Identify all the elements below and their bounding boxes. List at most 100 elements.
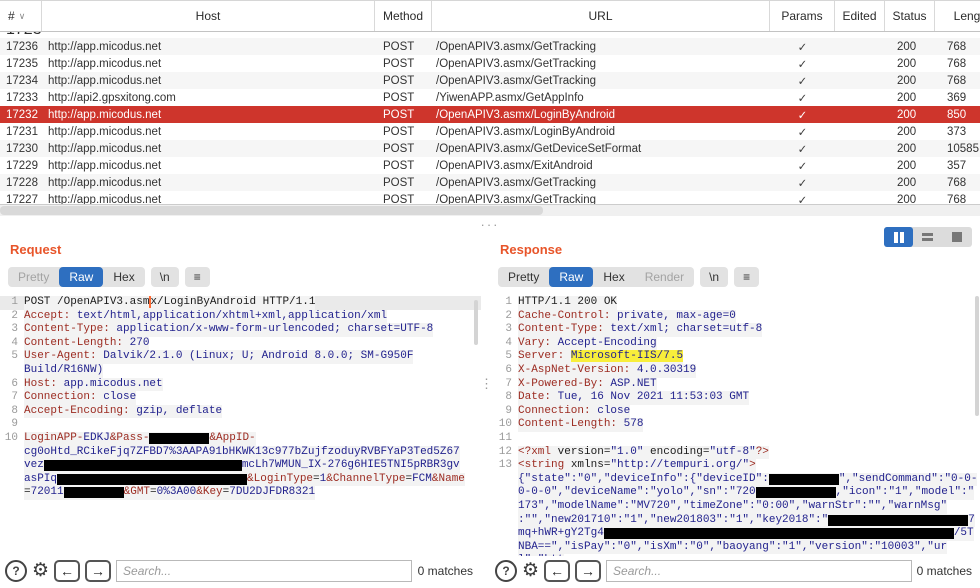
line-number: 1	[0, 296, 24, 310]
cell-url: /OpenAPIV3.asmx/GetTracking	[432, 75, 770, 87]
cell-length: 768	[935, 41, 980, 53]
code-line: 9Connection: close	[490, 405, 980, 419]
response-panel-title: Response	[500, 242, 562, 257]
tab-pretty[interactable]: Pretty	[8, 267, 59, 287]
column-header-params[interactable]: Params	[770, 1, 835, 31]
cell-url: /OpenAPIV3.asmx/LoginByAndroid	[432, 126, 770, 138]
code-line: 5User-Agent: Dalvik/2.1.0 (Linux; U; And…	[0, 350, 481, 364]
partial-scrolled-row: 17237http://app.micodus.netPOST/OpenAPIV…	[0, 32, 980, 38]
cell-length: 10585	[935, 143, 980, 155]
table-row[interactable]: 17236http://app.micodus.netPOST/OpenAPIV…	[0, 38, 980, 55]
request-panel-title: Request	[10, 242, 61, 257]
cell-host: http://api2.gpsxitong.com	[42, 92, 375, 104]
columns-layout-button[interactable]	[884, 227, 913, 247]
column-header-url[interactable]: URL	[432, 1, 770, 31]
column-header-method[interactable]: Method	[375, 1, 432, 31]
cell-status: 200	[885, 160, 935, 172]
line-number: 5	[490, 350, 518, 364]
cell-host: http://app.micodus.net	[42, 109, 375, 121]
next-match-button[interactable]: →	[85, 560, 111, 582]
code-line: 8Date: Tue, 16 Nov 2021 11:53:03 GMT	[490, 391, 980, 405]
code-line: 0-0-0","deviceName":"yolo","sn":"720,"ic…	[490, 486, 980, 500]
column-header-status[interactable]: Status	[885, 1, 935, 31]
column-header-id[interactable]: # ∨	[0, 1, 42, 31]
tab-raw[interactable]: Raw	[59, 267, 103, 287]
line-number: 13	[490, 459, 518, 473]
response-editor[interactable]: 1HTTP/1.1 200 OK2Cache-Control: private,…	[490, 296, 980, 558]
line-number: 8	[0, 405, 24, 419]
response-match-count: 0 matches	[917, 564, 980, 578]
next-match-button[interactable]: →	[575, 560, 601, 582]
cell-method: POST	[375, 75, 432, 87]
rows-layout-button[interactable]	[913, 227, 942, 247]
newline-toggle-button[interactable]: \n	[151, 267, 179, 287]
code-line: 1POST /OpenAPIV3.asmx/LoginByAndroid HTT…	[0, 296, 481, 310]
cell-params: ✓	[770, 142, 835, 156]
code-line: 2Accept: text/html,application/xhtml+xml…	[0, 310, 481, 324]
table-row[interactable]: 17235http://app.micodus.netPOST/OpenAPIV…	[0, 55, 980, 72]
cell-url: /OpenAPIV3.asmx/GetTracking	[432, 58, 770, 70]
redaction-box	[756, 487, 836, 498]
tab-pretty[interactable]: Pretty	[498, 267, 549, 287]
prev-match-button[interactable]: ←	[544, 560, 570, 582]
splitter-handle-icon[interactable]: ···	[481, 217, 500, 232]
table-row[interactable]: 17229http://app.micodus.netPOST/OpenAPIV…	[0, 157, 980, 174]
line-number	[490, 500, 518, 514]
gear-icon[interactable]: ⚙	[32, 561, 49, 581]
line-number	[490, 527, 518, 541]
single-layout-button[interactable]	[943, 227, 972, 247]
table-row[interactable]: 17232http://app.micodus.netPOST/OpenAPIV…	[0, 106, 980, 123]
tab-raw[interactable]: Raw	[549, 267, 593, 287]
table-row[interactable]: 17228http://app.micodus.netPOST/OpenAPIV…	[0, 174, 980, 191]
help-icon[interactable]: ?	[5, 560, 27, 582]
prev-match-button[interactable]: ←	[54, 560, 80, 582]
response-search-bar: ? ⚙ ← → 0 matches	[490, 556, 980, 586]
request-editor[interactable]: 1POST /OpenAPIV3.asmx/LoginByAndroid HTT…	[0, 296, 481, 556]
cell-url: /OpenAPIV3.asmx/LoginByAndroid	[432, 109, 770, 121]
cell-params: ✓	[770, 40, 835, 54]
tab-hex[interactable]: Hex	[593, 267, 634, 287]
code-line: 10Content-Length: 578	[490, 418, 980, 432]
line-number: 8	[490, 391, 518, 405]
newline-toggle-button[interactable]: \n	[700, 267, 728, 287]
code-line: 4Content-Length: 270	[0, 337, 481, 351]
cell-id: 17232	[0, 109, 42, 121]
redaction-box	[769, 474, 839, 485]
menu-button[interactable]: ≡	[734, 267, 759, 287]
response-search-input[interactable]	[606, 560, 912, 582]
table-row[interactable]: 17237http://app.micodus.netPOST/OpenAPIV…	[0, 32, 980, 38]
request-match-count: 0 matches	[418, 564, 481, 578]
line-number: 10	[490, 418, 518, 432]
response-vertical-scrollbar[interactable]	[975, 296, 979, 416]
line-number: 5	[0, 350, 24, 364]
cell-method: POST	[375, 109, 432, 121]
column-header-edited[interactable]: Edited	[835, 1, 885, 31]
tab-render[interactable]: Render	[635, 267, 694, 287]
request-search-bar: ? ⚙ ← → 0 matches	[0, 556, 481, 586]
help-icon[interactable]: ?	[495, 560, 517, 582]
code-line: 7Connection: close	[0, 391, 481, 405]
cell-method: POST	[375, 143, 432, 155]
request-search-input[interactable]	[116, 560, 412, 582]
code-line: {"state":"0","deviceInfo":{"deviceID":",…	[490, 473, 980, 487]
cell-status: 200	[885, 58, 935, 70]
menu-button[interactable]: ≡	[185, 267, 210, 287]
table-row[interactable]: 17234http://app.micodus.netPOST/OpenAPIV…	[0, 72, 980, 89]
cell-host: http://app.micodus.net	[42, 177, 375, 189]
sort-indicator-icon: ∨	[19, 11, 26, 22]
gear-icon[interactable]: ⚙	[522, 561, 539, 581]
table-row[interactable]: 17233http://api2.gpsxitong.comPOST/Yiwen…	[0, 89, 980, 106]
columns-layout-icon	[900, 232, 904, 243]
cell-length: 850	[935, 109, 980, 121]
request-vertical-scrollbar[interactable]	[474, 300, 478, 345]
table-row[interactable]: 17231http://app.micodus.netPOST/OpenAPIV…	[0, 123, 980, 140]
column-header-host[interactable]: Host	[42, 1, 375, 31]
column-header-length[interactable]: Length	[935, 1, 980, 31]
cell-method: POST	[375, 58, 432, 70]
horizontal-splitter[interactable]: ···	[0, 216, 980, 226]
tab-hex[interactable]: Hex	[103, 267, 144, 287]
table-row[interactable]: 17230http://app.micodus.netPOST/OpenAPIV…	[0, 140, 980, 157]
line-number: 10	[0, 432, 24, 446]
scrollbar-thumb[interactable]	[0, 206, 543, 215]
code-line: 3Content-Type: application/x-www-form-ur…	[0, 323, 481, 337]
